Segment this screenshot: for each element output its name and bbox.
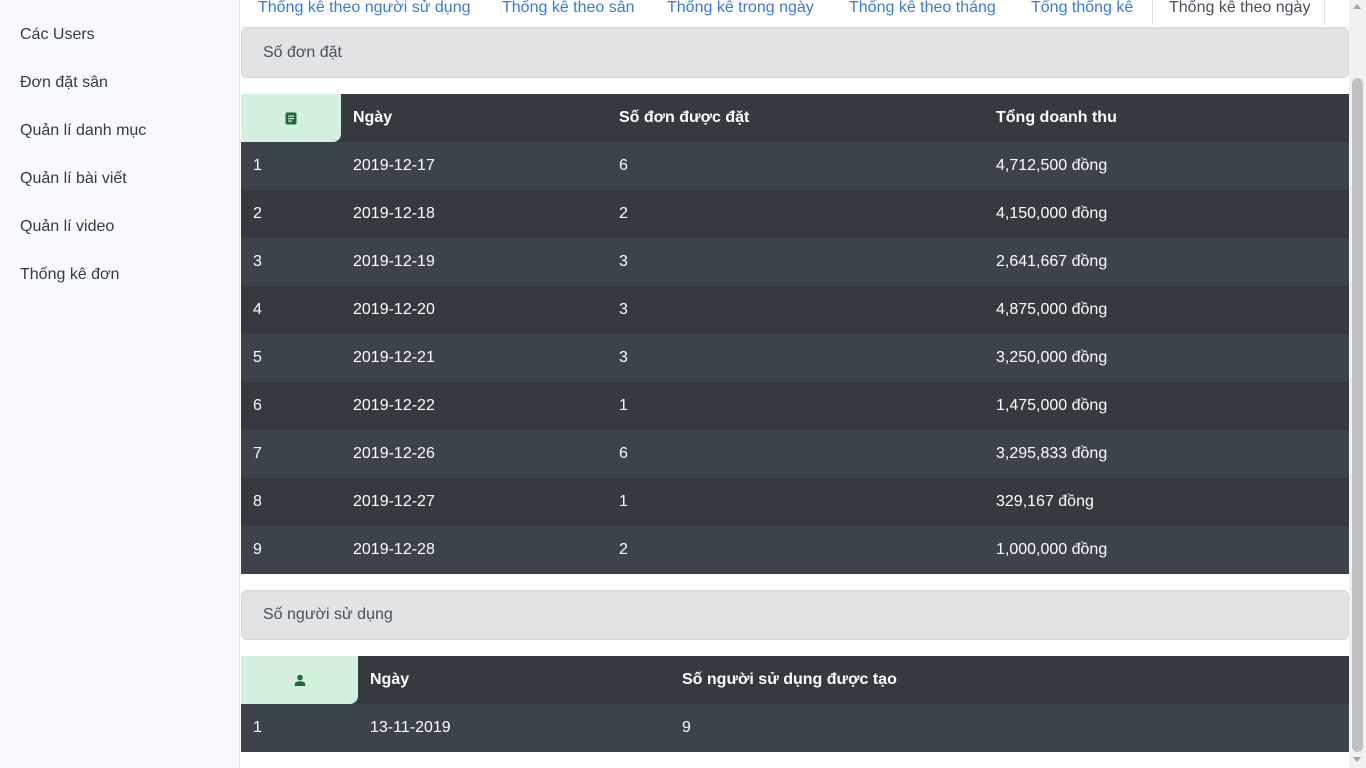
main-content: Thống kê theo người sử dụng Thống kê the… <box>241 0 1349 768</box>
table-cell: 1 <box>253 719 262 736</box>
column-header-revenue: Tổng doanh thu <box>996 109 1117 126</box>
table-cell: 2019-12-18 <box>353 205 435 222</box>
table-row: 4 2019-12-20 3 4,875,000 đồng <box>241 286 1349 334</box>
table-cell: 2019-12-26 <box>353 445 435 462</box>
table-row: 1 13-11-2019 9 <box>241 704 1349 752</box>
table-cell: 2019-12-20 <box>353 301 435 318</box>
table-cell: 1 <box>619 493 628 510</box>
table-cell: 4,712,500 đồng <box>996 157 1108 174</box>
table-cell: 4,150,000 đồng <box>996 205 1108 222</box>
table-cell: 2019-12-21 <box>353 349 435 366</box>
users-header-title: Số người sử dụng <box>263 606 393 623</box>
table-cell: 1 <box>619 397 628 414</box>
orders-icon-cell <box>241 94 341 142</box>
tab-by-field[interactable]: Thống kê theo sân <box>502 0 635 26</box>
table-cell: 9 <box>682 719 691 736</box>
table-row: 6 2019-12-22 1 1,475,000 đồng <box>241 382 1349 430</box>
user-icon <box>294 674 305 686</box>
users-icon-cell <box>241 656 358 704</box>
table-cell: 3 <box>619 253 628 270</box>
scrollbar-thumb[interactable] <box>1352 78 1363 752</box>
column-header-date: Ngày <box>353 109 393 126</box>
table-cell: 6 <box>619 157 628 174</box>
table-row: 1 2019-12-17 6 4,712,500 đồng <box>241 142 1349 190</box>
tab-by-month[interactable]: Thống kê theo tháng <box>849 0 996 26</box>
table-cell: 3 <box>619 301 628 318</box>
table-row: 2 2019-12-18 2 4,150,000 đồng <box>241 190 1349 238</box>
table-cell: 2019-12-19 <box>353 253 435 270</box>
table-cell: 3 <box>253 253 262 270</box>
sidebar-item-categories[interactable]: Quản lí danh mục <box>20 122 146 140</box>
table-cell: 2019-12-22 <box>353 397 435 414</box>
table-cell: 2019-12-28 <box>353 541 435 558</box>
tab-within-day[interactable]: Thống kê trong ngày <box>667 0 814 26</box>
table-cell: 1,475,000 đồng <box>996 397 1108 414</box>
column-header-date: Ngày <box>370 671 410 688</box>
table-cell: 3,295,833 đồng <box>996 445 1108 462</box>
stats-tabs: Thống kê theo người sử dụng Thống kê the… <box>241 0 1349 28</box>
sidebar-item-bookings[interactable]: Đơn đặt sân <box>20 74 108 92</box>
table-cell: 13-11-2019 <box>370 719 451 736</box>
sidebar-item-videos[interactable]: Quản lí video <box>20 218 114 236</box>
table-cell: 8 <box>253 493 262 510</box>
column-header-order-count: Số đơn được đặt <box>619 109 750 126</box>
sidebar-item-posts[interactable]: Quản lí bài viết <box>20 170 127 188</box>
table-cell: 4 <box>253 301 262 318</box>
orders-header-title: Số đơn đặt <box>263 44 342 61</box>
table-cell: 2,641,667 đồng <box>996 253 1108 270</box>
table-cell: 2 <box>619 205 628 222</box>
orders-table-body: 1 2019-12-17 6 4,712,500 đồng 2 2019-12-18 2 4,… <box>241 142 1349 574</box>
tab-total[interactable]: Tổng thống kê <box>1031 0 1133 26</box>
table-cell: 1 <box>253 157 262 174</box>
table-row: 7 2019-12-26 6 3,295,833 đồng <box>241 430 1349 478</box>
users-card-header: Số người sử dụng <box>241 590 1349 640</box>
orders-table: Ngày Số đơn được đặt Tổng doanh thu 1 201… <box>241 94 1349 574</box>
sidebar: Các Users Đơn đặt sân Quản lí danh mục Q… <box>0 0 240 768</box>
scroll-down-arrow-icon[interactable] <box>1353 757 1361 762</box>
tab-by-user[interactable]: Thống kê theo người sử dụng <box>258 0 471 26</box>
table-cell: 3 <box>619 349 628 366</box>
table-row: 5 2019-12-21 3 3,250,000 đồng <box>241 334 1349 382</box>
table-cell: 1,000,000 đồng <box>996 541 1108 558</box>
document-icon <box>285 112 297 124</box>
table-row: 8 2019-12-27 1 329,167 đồng <box>241 478 1349 526</box>
tab-by-day[interactable]: Thống kê theo ngày <box>1152 0 1326 25</box>
table-cell: 6 <box>619 445 628 462</box>
sidebar-item-order-stats[interactable]: Thống kê đơn <box>20 266 119 284</box>
page-scrollbar[interactable] <box>1349 0 1366 768</box>
table-cell: 9 <box>253 541 262 558</box>
table-cell: 2019-12-17 <box>353 157 435 174</box>
table-cell: 329,167 đồng <box>996 493 1094 510</box>
table-cell: 2 <box>253 205 262 222</box>
table-cell: 5 <box>253 349 262 366</box>
table-row: 3 2019-12-19 3 2,641,667 đồng <box>241 238 1349 286</box>
table-cell: 3,250,000 đồng <box>996 349 1108 366</box>
users-table-header: Ngày Số người sử dụng được tạo <box>241 656 1349 704</box>
table-cell: 6 <box>253 397 262 414</box>
orders-card-header: Số đơn đặt <box>241 28 1349 78</box>
sidebar-item-users[interactable]: Các Users <box>20 26 95 44</box>
table-cell: 2019-12-27 <box>353 493 435 510</box>
table-cell: 4,875,000 đồng <box>996 301 1108 318</box>
table-cell: 2 <box>619 541 628 558</box>
table-row: 9 2019-12-28 2 1,000,000 đồng <box>241 526 1349 574</box>
column-header-users-created: Số người sử dụng được tạo <box>682 671 897 688</box>
users-table-body: 1 13-11-2019 9 <box>241 704 1349 752</box>
users-table: Ngày Số người sử dụng được tạo 1 13-11-20… <box>241 656 1349 752</box>
scroll-up-arrow-icon[interactable] <box>1353 4 1361 9</box>
table-cell: 7 <box>253 445 262 462</box>
orders-table-header: Ngày Số đơn được đặt Tổng doanh thu <box>241 94 1349 142</box>
